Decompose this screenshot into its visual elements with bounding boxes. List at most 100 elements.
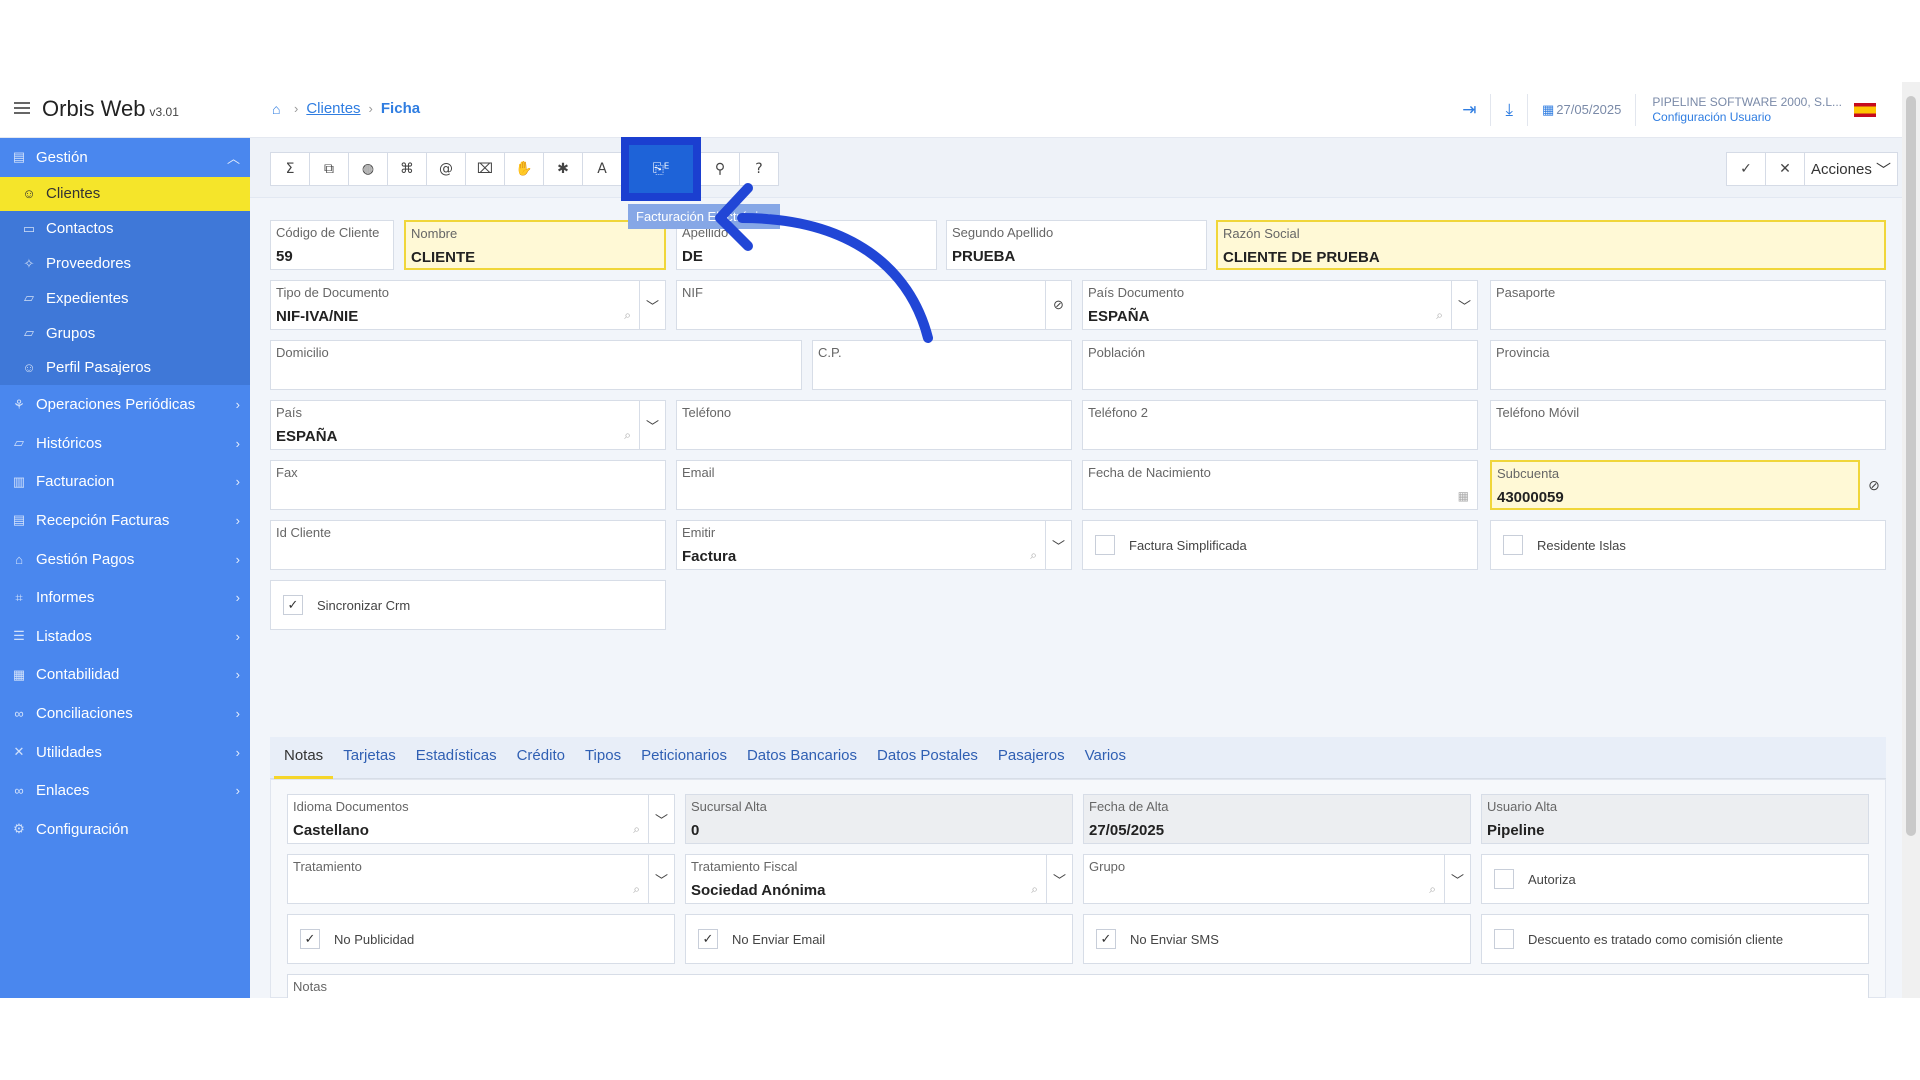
confirm-check-icon[interactable]: ✓ bbox=[1726, 152, 1766, 186]
fax-field[interactable]: Fax bbox=[270, 460, 666, 510]
sidebar-item-conciliaciones[interactable]: ∞ Conciliaciones › bbox=[0, 694, 250, 733]
grupo-select[interactable]: Grupo ⌕ ﹀ bbox=[1083, 854, 1471, 904]
subcuenta-field[interactable]: Subcuenta 43000059 bbox=[1490, 460, 1860, 510]
chain-icon: ∞ bbox=[14, 783, 24, 799]
no-enviar-email-checkbox[interactable]: ✓ bbox=[698, 929, 718, 949]
date-display[interactable]: ▦ 27/05/2025 bbox=[1528, 94, 1637, 126]
sidebar-item-facturacion[interactable]: ▥ Facturacion › bbox=[0, 463, 250, 502]
menu-icon[interactable] bbox=[14, 102, 30, 114]
telefono-movil-field[interactable]: Teléfono Móvil bbox=[1490, 400, 1886, 450]
chevron-down-icon[interactable]: ﹀ bbox=[639, 281, 665, 329]
tab-pasajeros[interactable]: Pasajeros bbox=[988, 737, 1075, 779]
tratamiento-fiscal-select[interactable]: Tratamiento Fiscal Sociedad Anónima ⌕ ﹀ bbox=[685, 854, 1073, 904]
breadcrumb-clientes-link[interactable]: Clientes bbox=[306, 100, 360, 117]
no-enviar-sms-checkbox[interactable]: ✓ bbox=[1096, 929, 1116, 949]
sincronizar-crm-checkbox[interactable]: ✓ bbox=[283, 595, 303, 615]
tab-datos-bancarios[interactable]: Datos Bancarios bbox=[737, 737, 867, 779]
pais-select[interactable]: País ESPAÑA ⌕ ﹀ bbox=[270, 400, 666, 450]
id-cliente-field[interactable]: Id Cliente bbox=[270, 520, 666, 570]
chevron-down-icon[interactable]: ﹀ bbox=[648, 795, 674, 843]
tab-estadisticas[interactable]: Estadísticas bbox=[406, 737, 507, 779]
electronic-invoice-button[interactable]: ⎘ᴱ bbox=[621, 137, 701, 201]
sidebar-item-contabilidad[interactable]: ▦ Contabilidad › bbox=[0, 656, 250, 695]
calendar-icon[interactable]: ▦ bbox=[1458, 489, 1469, 503]
sidebar-item-expedientes[interactable]: ▱ Expedientes bbox=[0, 280, 250, 316]
sidebar-item-configuracion[interactable]: ⚙ Configuración bbox=[0, 810, 250, 849]
sidebar-item-perfil-pasajeros[interactable]: ☺ Perfil Pasajeros bbox=[0, 350, 250, 386]
sum-user-icon[interactable]: Σ bbox=[270, 152, 310, 186]
chevron-down-icon[interactable]: ﹀ bbox=[1046, 855, 1072, 903]
email-field[interactable]: Email bbox=[676, 460, 1072, 510]
tab-tarjetas[interactable]: Tarjetas bbox=[333, 737, 406, 779]
tab-tipos[interactable]: Tipos bbox=[575, 737, 631, 779]
factura-simplificada-checkbox[interactable] bbox=[1095, 535, 1115, 555]
download-icon[interactable]: ⤓ bbox=[1491, 94, 1528, 126]
sidebar-item-informes[interactable]: ⌗ Informes › bbox=[0, 578, 250, 617]
cancel-x-icon[interactable]: ✕ bbox=[1765, 152, 1805, 186]
acciones-dropdown[interactable]: Acciones ﹀ bbox=[1804, 152, 1898, 186]
spain-flag-icon[interactable] bbox=[1854, 103, 1876, 117]
idioma-documentos-select[interactable]: Idioma Documentos Castellano ⌕ ﹀ bbox=[287, 794, 675, 844]
tipo-documento-select[interactable]: Tipo de Documento NIF-IVA/NIE ⌕ ﹀ bbox=[270, 280, 666, 330]
autoriza-checkbox[interactable] bbox=[1494, 869, 1514, 889]
chevron-down-icon[interactable]: ﹀ bbox=[648, 855, 674, 903]
page-scrollbar[interactable] bbox=[1902, 82, 1920, 998]
provincia-field[interactable]: Provincia bbox=[1490, 340, 1886, 390]
pais-documento-select[interactable]: País Documento ESPAÑA ⌕ ﹀ bbox=[1082, 280, 1478, 330]
handshake-icon[interactable]: ✋ bbox=[504, 152, 544, 186]
telefono2-field[interactable]: Teléfono 2 bbox=[1082, 400, 1478, 450]
poblacion-field[interactable]: Población bbox=[1082, 340, 1478, 390]
check-circle-icon[interactable]: ⊘ bbox=[1862, 460, 1886, 510]
tab-varios[interactable]: Varios bbox=[1075, 737, 1136, 779]
tab-credito[interactable]: Crédito bbox=[507, 737, 575, 779]
tab-datos-postales[interactable]: Datos Postales bbox=[867, 737, 988, 779]
sidebar-item-historicos[interactable]: ▱ Históricos › bbox=[0, 424, 250, 463]
pasaporte-field[interactable]: Pasaporte bbox=[1490, 280, 1886, 330]
asterisk-rm-icon[interactable]: ✱ bbox=[543, 152, 583, 186]
tratamiento-select[interactable]: Tratamiento ⌕ ﹀ bbox=[287, 854, 675, 904]
check-circle-icon[interactable]: ⊘ bbox=[1045, 281, 1071, 329]
text-a-icon[interactable]: A bbox=[582, 152, 622, 186]
segundo-apellido-field[interactable]: Segundo Apellido PRUEBA bbox=[946, 220, 1207, 270]
nombre-field[interactable]: Nombre CLIENTE bbox=[404, 220, 666, 270]
sidebar-item-clientes[interactable]: ☺ Clientes bbox=[0, 176, 260, 212]
login-icon[interactable]: ⇥ bbox=[1448, 94, 1492, 126]
no-publicidad-checkbox[interactable]: ✓ bbox=[300, 929, 320, 949]
emitir-select[interactable]: Emitir Factura ⌕ ﹀ bbox=[676, 520, 1072, 570]
user-config-link[interactable]: Configuración Usuario bbox=[1652, 110, 1842, 125]
codigo-cliente-field[interactable]: Código de Cliente 59 bbox=[270, 220, 394, 270]
razon-social-field[interactable]: Razón Social CLIENTE DE PRUEBA bbox=[1216, 220, 1886, 270]
residente-islas-checkbox[interactable] bbox=[1503, 535, 1523, 555]
company-info[interactable]: PIPELINE SOFTWARE 2000, S.L... Configura… bbox=[1636, 95, 1854, 125]
notas-textarea[interactable]: Notas bbox=[287, 974, 1869, 998]
tab-notas[interactable]: Notas bbox=[274, 737, 334, 779]
search-icon: ⌕ bbox=[633, 882, 640, 896]
home-icon[interactable]: ⌂ bbox=[272, 102, 286, 116]
chevron-down-icon[interactable]: ﹀ bbox=[1451, 281, 1477, 329]
sidebar-item-operaciones[interactable]: ⚘ Operaciones Periódicas › bbox=[0, 385, 250, 424]
fecha-nacimiento-field[interactable]: Fecha de Nacimiento ▦ bbox=[1082, 460, 1478, 510]
hierarchy-icon[interactable]: ⌘ bbox=[387, 152, 427, 186]
tab-peticionarios[interactable]: Peticionarios bbox=[631, 737, 737, 779]
sidebar-item-pagos[interactable]: ⌂ Gestión Pagos › bbox=[0, 540, 250, 579]
sidebar-item-utilidades[interactable]: ✕ Utilidades › bbox=[0, 733, 250, 772]
users-icon: ☺ bbox=[22, 186, 36, 202]
scrollbar-thumb[interactable] bbox=[1906, 96, 1916, 836]
sidebar-item-recepcion[interactable]: ▤ Recepción Facturas › bbox=[0, 501, 250, 540]
sidebar-item-grupos[interactable]: ▱ Grupos bbox=[0, 315, 250, 351]
telefono-field[interactable]: Teléfono bbox=[676, 400, 1072, 450]
descuento-comision-checkbox[interactable] bbox=[1494, 929, 1514, 949]
sidebar-item-gestion[interactable]: ▤ Gestión ︿ bbox=[0, 138, 250, 177]
chevron-down-icon[interactable]: ﹀ bbox=[1045, 521, 1071, 569]
money-icon[interactable]: ◍ bbox=[348, 152, 388, 186]
copy-docs-icon[interactable]: ⧉ bbox=[309, 152, 349, 186]
sidebar-item-listados[interactable]: ☰ Listados › bbox=[0, 617, 250, 656]
sidebar-item-enlaces[interactable]: ∞ Enlaces › bbox=[0, 771, 250, 810]
network-icon: ⚘ bbox=[13, 396, 25, 412]
chevron-down-icon[interactable]: ﹀ bbox=[1444, 855, 1470, 903]
sidebar-item-contactos[interactable]: ▭ Contactos bbox=[0, 211, 250, 247]
sidebar-item-proveedores[interactable]: ✧ Proveedores bbox=[0, 246, 250, 281]
at-icon[interactable]: @ bbox=[426, 152, 466, 186]
chevron-down-icon[interactable]: ﹀ bbox=[639, 401, 665, 449]
bag-r-icon[interactable]: ⌧ bbox=[465, 152, 505, 186]
